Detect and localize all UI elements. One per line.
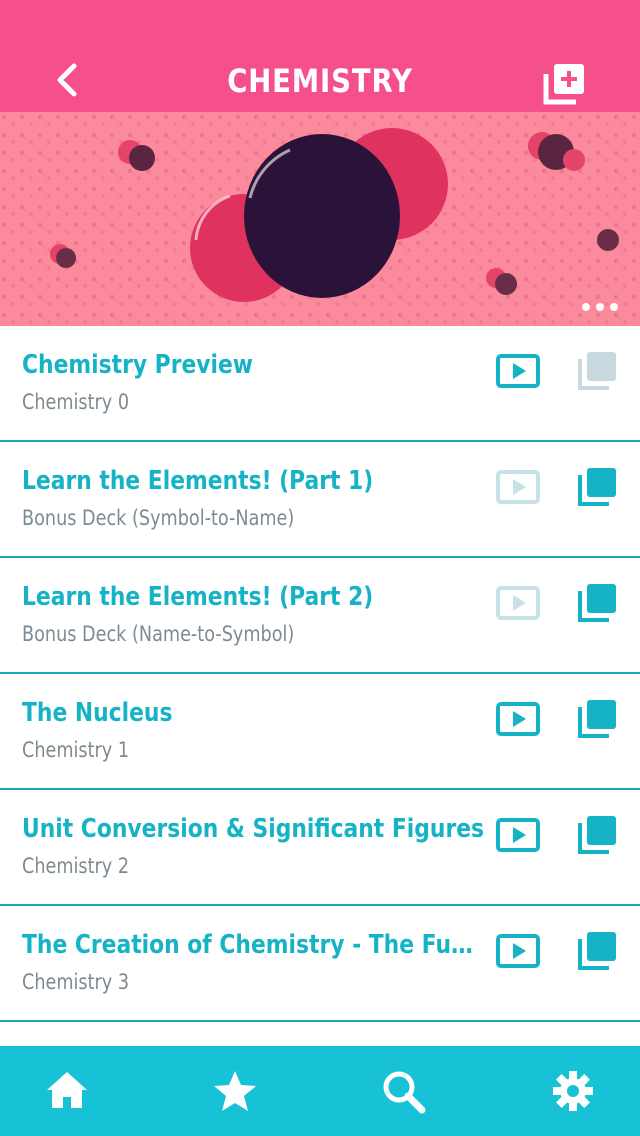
top-bar: CHEMISTRY <box>0 0 640 112</box>
play-video-button[interactable] <box>496 470 540 504</box>
open-deck-button[interactable] <box>576 350 618 392</box>
deck-icon <box>578 352 616 390</box>
more-options-button[interactable] <box>580 300 620 312</box>
bottom-tab-bar <box>0 1046 640 1136</box>
deck-row[interactable]: Chemistry Preview Chemistry 0 <box>0 326 640 442</box>
tab-favorites[interactable] <box>212 1068 258 1114</box>
molecule-illustration <box>0 112 640 326</box>
deck-subtitle: Chemistry 3 <box>22 970 130 994</box>
star-icon <box>214 1071 256 1111</box>
deck-title: Learn the Elements! (Part 1) <box>22 466 374 496</box>
more-dots-icon <box>582 303 618 311</box>
play-video-button[interactable] <box>496 354 540 388</box>
play-video-button[interactable] <box>496 934 540 968</box>
deck-icon <box>578 700 616 738</box>
deck-icon <box>578 932 616 970</box>
deck-subtitle: Bonus Deck (Symbol-to-Name) <box>22 506 295 530</box>
deck-list: Chemistry Preview Chemistry 0 Learn the … <box>0 326 640 1022</box>
search-icon <box>383 1071 426 1114</box>
tab-settings[interactable] <box>550 1068 596 1114</box>
open-deck-button[interactable] <box>576 466 618 508</box>
play-video-icon <box>496 470 540 504</box>
play-video-icon <box>496 354 540 388</box>
deck-subtitle: Chemistry 2 <box>22 854 130 878</box>
deck-subtitle: Chemistry 1 <box>22 738 130 762</box>
deck-subtitle: Bonus Deck (Name-to-Symbol) <box>22 622 295 646</box>
open-deck-button[interactable] <box>576 698 618 740</box>
play-video-button[interactable] <box>496 702 540 736</box>
deck-title: The Creation of Chemistry - The Fundamen… <box>22 930 476 960</box>
deck-subtitle: Chemistry 0 <box>22 390 130 414</box>
open-deck-button[interactable] <box>576 930 618 972</box>
open-deck-button[interactable] <box>576 582 618 624</box>
deck-row[interactable]: Unit Conversion & Significant Figures Ch… <box>0 790 640 906</box>
open-deck-button[interactable] <box>576 814 618 856</box>
page-title: CHEMISTRY <box>227 62 413 100</box>
tab-search[interactable] <box>380 1068 426 1114</box>
deck-row[interactable]: Learn the Elements! (Part 2) Bonus Deck … <box>0 558 640 674</box>
gear-icon <box>553 1071 593 1111</box>
deck-row[interactable]: The Nucleus Chemistry 1 <box>0 674 640 790</box>
deck-title: Learn the Elements! (Part 2) <box>22 582 374 612</box>
play-video-icon <box>496 818 540 852</box>
deck-row[interactable]: The Creation of Chemistry - The Fundamen… <box>0 906 640 1022</box>
deck-title: Unit Conversion & Significant Figures <box>22 814 485 844</box>
deck-title: The Nucleus <box>22 698 173 728</box>
deck-icon <box>578 468 616 506</box>
play-video-icon <box>496 586 540 620</box>
play-video-button[interactable] <box>496 586 540 620</box>
add-deck-button[interactable] <box>540 60 590 108</box>
deck-row[interactable]: Learn the Elements! (Part 1) Bonus Deck … <box>0 442 640 558</box>
deck-title: Chemistry Preview <box>22 350 253 380</box>
add-deck-icon <box>543 64 584 105</box>
play-video-button[interactable] <box>496 818 540 852</box>
home-icon <box>47 1072 87 1108</box>
deck-icon <box>578 584 616 622</box>
play-video-icon <box>496 702 540 736</box>
deck-icon <box>578 816 616 854</box>
play-video-icon <box>496 934 540 968</box>
subject-hero-image <box>0 112 640 326</box>
tab-home[interactable] <box>44 1068 90 1114</box>
